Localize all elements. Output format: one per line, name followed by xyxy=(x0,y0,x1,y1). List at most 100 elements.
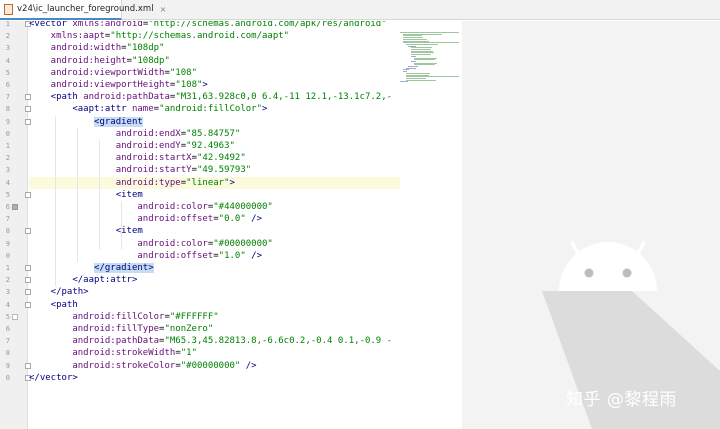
code-token: android:height xyxy=(29,55,127,66)
editor-tab-bar: v24\ic_launcher_foreground.xml × xyxy=(0,0,720,20)
line-number: 5 xyxy=(5,68,10,77)
code-token: "1" xyxy=(180,348,197,359)
code-line[interactable]: android:strokeColor="#00000000" /> xyxy=(29,360,400,372)
code-line[interactable]: android:width="108dp" xyxy=(29,42,400,54)
code-token: <item xyxy=(29,189,143,200)
code-line[interactable]: android:startY="49.59793" xyxy=(29,164,400,176)
code-token: > xyxy=(229,177,235,188)
close-icon[interactable]: × xyxy=(160,5,167,14)
watermark: 知乎 @黎程雨 xyxy=(566,390,677,410)
code-line[interactable]: <item xyxy=(29,225,400,237)
code-token: /> xyxy=(245,214,263,225)
line-number: 1 xyxy=(5,264,10,272)
code-token: "0.0" xyxy=(218,214,246,225)
color-swatch-icon[interactable] xyxy=(12,204,18,210)
code-token: "android:fillColor" xyxy=(159,104,263,115)
line-number: 1 xyxy=(5,20,10,28)
code-line[interactable]: android:strokeWidth="1" xyxy=(29,347,400,359)
code-token: android:viewportWidth xyxy=(29,67,165,78)
code-token: "#00000000" xyxy=(213,238,273,249)
code-token: android:fillColor xyxy=(29,311,165,322)
code-token: </vector> xyxy=(29,372,78,383)
code-line[interactable]: android:color="#00000000" xyxy=(29,238,400,250)
line-number: 6 xyxy=(5,203,10,211)
code-line[interactable]: android:type="linear"> xyxy=(29,176,400,189)
code-token: "108dp" xyxy=(126,43,165,54)
code-token: "108dp" xyxy=(131,55,170,66)
code-token: "#44000000" xyxy=(213,202,273,212)
code-token: xmlns:aapt xyxy=(29,31,105,42)
code-token: </gradient> xyxy=(94,263,154,273)
code-token: </aapt:attr> xyxy=(29,275,138,286)
code-line[interactable]: android:color="#44000000" xyxy=(29,201,400,213)
line-number: 7 xyxy=(5,215,10,224)
code-token: <item xyxy=(29,226,143,237)
indent-guide xyxy=(55,115,56,287)
code-token: <aapt:attr xyxy=(29,104,132,115)
code-line[interactable]: </gradient> xyxy=(29,262,400,274)
line-number: 8 xyxy=(5,105,10,114)
vector-preview-panel: 知乎 @黎程雨 xyxy=(462,21,720,429)
code-line[interactable]: android:offset="0.0" /> xyxy=(29,213,400,225)
line-number: 5 xyxy=(5,190,10,199)
line-number: 7 xyxy=(5,93,10,102)
code-token: android:viewportHeight xyxy=(29,80,170,90)
code-editor[interactable]: <vector xmlns:android="http://schemas.an… xyxy=(29,21,400,429)
code-token: /> xyxy=(240,360,257,371)
code-minimap[interactable] xyxy=(400,32,462,84)
code-line[interactable]: android:startX="42.9492" xyxy=(29,152,400,164)
code-line[interactable]: android:pathData="M65.3,45.82813.8,-6.6c… xyxy=(29,335,400,347)
code-token: > xyxy=(202,80,208,90)
code-line[interactable]: </vector> xyxy=(29,372,400,384)
code-line[interactable]: <vector xmlns:android="http://schemas.an… xyxy=(29,21,400,30)
code-token: android:startY xyxy=(29,165,192,176)
code-token: android:type xyxy=(29,177,181,188)
code-token: "108" xyxy=(169,67,197,78)
android-left-eye xyxy=(584,268,594,278)
line-number: 9 xyxy=(5,239,10,248)
code-token: android:pathData xyxy=(83,92,170,103)
code-token: <path xyxy=(29,92,84,103)
line-number: 0 xyxy=(5,251,10,260)
line-number: 0 xyxy=(5,373,10,382)
line-number-gutter[interactable]: 1 2 3 4 5 6 7 8 9 0 1 2 3 4 5 6 7 8 9 0 1 2 3 4 5 6 7 8 9 0 xyxy=(0,20,31,429)
code-line[interactable]: <item xyxy=(29,189,400,201)
indent-guide xyxy=(99,140,100,250)
code-token: android:endX xyxy=(29,128,181,139)
code-token: <vector xyxy=(29,21,73,29)
color-swatch-icon[interactable] xyxy=(12,313,18,320)
code-token: <gradient xyxy=(94,116,143,127)
code-line[interactable]: android:fillColor="#FFFFFF" xyxy=(29,311,400,323)
code-line[interactable]: android:fillType="nonZero" xyxy=(29,323,400,335)
line-number: 3 xyxy=(5,44,10,53)
code-line[interactable]: android:endY="92.4963" xyxy=(29,140,400,152)
code-token: "http://schemas.android.com/aapt" xyxy=(110,31,290,42)
code-token: "108" xyxy=(175,80,203,90)
code-line[interactable]: android:offset="1.0" /> xyxy=(29,250,400,262)
code-token: "92.4963" xyxy=(186,141,235,151)
line-number: 0 xyxy=(5,129,10,138)
line-number: 9 xyxy=(5,117,10,126)
line-number: 4 xyxy=(5,178,10,187)
file-tab[interactable]: v24\ic_launcher_foreground.xml × xyxy=(0,0,166,20)
line-number: 9 xyxy=(5,361,10,370)
code-line[interactable]: android:viewportHeight="108"> xyxy=(29,79,400,91)
code-line[interactable]: <path xyxy=(29,299,400,311)
code-line[interactable]: <gradient xyxy=(29,116,400,128)
code-line[interactable]: android:height="108dp" xyxy=(29,55,400,67)
code-token: "85.84757" xyxy=(186,128,241,139)
android-right-eye xyxy=(622,268,632,278)
minimap-line xyxy=(414,59,435,61)
code-line[interactable]: <path android:pathData="M31,63.928c0,0 6… xyxy=(29,91,400,103)
code-line[interactable]: android:endX="85.84757" xyxy=(29,128,400,140)
line-number: 6 xyxy=(5,81,10,89)
code-line[interactable]: android:viewportWidth="108" xyxy=(29,67,400,79)
code-line[interactable]: </aapt:attr> xyxy=(29,274,400,286)
code-line[interactable]: xmlns:aapt="http://schemas.android.com/a… xyxy=(29,30,400,42)
code-line[interactable]: <aapt:attr name="android:fillColor"> xyxy=(29,103,400,115)
line-number: 2 xyxy=(5,32,10,41)
line-number: 8 xyxy=(5,349,10,358)
code-token: android:offset xyxy=(29,250,214,261)
code-line[interactable]: </path> xyxy=(29,286,400,298)
